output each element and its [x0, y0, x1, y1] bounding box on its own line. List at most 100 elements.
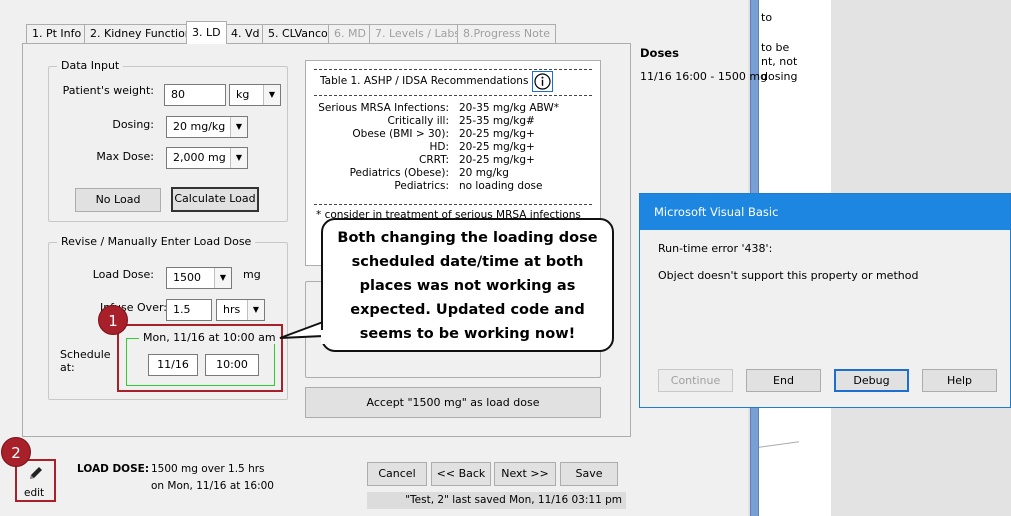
list-item: Serious MRSA Infections: 20-35 mg/kg ABW*	[306, 102, 600, 115]
dialog-message: Object doesn't support this property or …	[658, 269, 919, 282]
weight-label: Patient's weight:	[62, 84, 154, 97]
rec-value: 20-25 mg/kg+	[459, 141, 535, 153]
load-dose-summary-line1: 1500 mg over 1.5 hrs	[151, 463, 265, 475]
callout-pointer-cover	[321, 330, 325, 344]
cancel-button[interactable]: Cancel	[367, 462, 427, 486]
load-dose-label: Load Dose:	[92, 268, 154, 281]
dosing-label: Dosing:	[112, 118, 154, 131]
doses-title: Doses	[640, 46, 679, 60]
chevron-down-icon[interactable]: ▼	[263, 85, 280, 105]
save-button[interactable]: Save	[560, 462, 618, 486]
back-button[interactable]: << Back	[431, 462, 491, 486]
status-bar: "Test, 2" last saved Mon, 11/16 03:11 pm	[367, 492, 626, 509]
weight-input[interactable]: 80	[164, 84, 226, 106]
rec-value: 20-25 mg/kg+	[459, 128, 535, 140]
dosing-value: 20 mg/kg	[173, 120, 226, 133]
rec-key: HD:	[429, 141, 449, 153]
tab-levels-labs[interactable]: 7. Levels / Labs	[369, 24, 467, 43]
tab-label: 7. Levels / Labs	[375, 27, 461, 40]
dialog-error-line: Run-time error '438':	[658, 242, 773, 255]
tab-label: 6. MD	[334, 27, 366, 40]
divider	[314, 69, 592, 70]
tab-vd[interactable]: 4. Vd	[225, 24, 266, 43]
no-load-button[interactable]: No Load	[75, 188, 161, 212]
list-item: Critically ill: 25-35 mg/kg#	[306, 115, 600, 128]
list-item: Pediatrics (Obese): 20 mg/kg	[306, 167, 600, 180]
rec-key: Pediatrics (Obese):	[349, 167, 449, 179]
dialog-title: Microsoft Visual Basic	[640, 194, 1010, 230]
rec-key: Pediatrics:	[394, 180, 449, 192]
doses-entry: 11/16 16:00 - 1500 mg	[640, 70, 768, 83]
dosing-select[interactable]: 20 mg/kg ▼	[166, 116, 248, 138]
accept-load-dose-button[interactable]: Accept "1500 mg" as load dose	[305, 387, 601, 418]
weight-unit-select[interactable]: kg ▼	[229, 84, 281, 106]
rec-key: Serious MRSA Infections:	[318, 102, 449, 114]
tab-kidney-function[interactable]: 2. Kidney Function	[84, 24, 198, 43]
end-button[interactable]: End	[746, 369, 821, 392]
load-dose-summary-label: LOAD DOSE:	[77, 463, 150, 475]
rec-value: 20 mg/kg	[459, 167, 509, 179]
tab-pt-info[interactable]: 1. Pt Info	[26, 24, 88, 43]
max-dose-value: 2,000 mg	[173, 151, 226, 164]
help-button[interactable]: Help	[922, 369, 997, 392]
schedule-group-title: Mon, 11/16 at 10:00 am	[139, 331, 280, 344]
rec-key: Obese (BMI > 30):	[352, 128, 449, 140]
rec-value: 20-35 mg/kg ABW*	[459, 102, 560, 114]
chevron-down-icon[interactable]: ▼	[214, 268, 231, 288]
tab-label: 3. LD	[192, 26, 221, 39]
step-badge-2: 2	[1, 437, 31, 467]
load-dose-unit: mg	[243, 268, 261, 281]
schedule-date-input[interactable]: 11/16	[148, 354, 198, 376]
list-item: CRRT: 20-25 mg/kg+	[306, 154, 600, 167]
weight-unit-value: kg	[236, 88, 250, 101]
tab-progress-note[interactable]: 8.Progress Note	[457, 24, 556, 43]
recommendations-title: Table 1. ASHP / IDSA Recommendations	[320, 75, 529, 87]
max-dose-label: Max Dose:	[96, 150, 154, 163]
list-item: HD: 20-25 mg/kg+	[306, 141, 600, 154]
calculate-load-button[interactable]: Calculate Load	[171, 187, 259, 212]
doc-fragment: to	[761, 11, 773, 24]
vb-error-dialog: Microsoft Visual Basic Run-time error '4…	[639, 193, 1011, 408]
max-dose-select[interactable]: 2,000 mg ▼	[166, 147, 248, 169]
group-title: Data Input	[57, 59, 124, 72]
rec-value: no loading dose	[459, 180, 543, 192]
load-dose-select[interactable]: 1500 ▼	[166, 267, 232, 289]
next-button[interactable]: Next >>	[494, 462, 556, 486]
infuse-unit-value: hrs	[223, 303, 241, 316]
debug-button[interactable]: Debug	[834, 369, 909, 392]
continue-button[interactable]: Continue	[658, 369, 733, 392]
tab-label: 2. Kidney Function	[90, 27, 192, 40]
infuse-over-input[interactable]: 1.5	[166, 299, 212, 321]
rec-key: CRRT:	[419, 154, 449, 166]
load-dose-summary-line2: on Mon, 11/16 at 16:00	[151, 480, 274, 492]
divider	[314, 95, 592, 96]
info-circle-icon[interactable]	[532, 71, 553, 92]
load-dose-value: 1500	[173, 271, 201, 284]
group-title: Revise / Manually Enter Load Dose	[57, 235, 256, 248]
tab-clvanco[interactable]: 5. CLVanco	[262, 24, 334, 43]
pencil-icon	[30, 467, 42, 479]
status-text: "Test, 2" last saved Mon, 11/16 03:11 pm	[405, 494, 622, 506]
chevron-down-icon[interactable]: ▼	[247, 300, 264, 320]
schedule-at-label: Schedule at:	[60, 348, 111, 374]
rec-key: Critically ill:	[387, 115, 449, 127]
tab-label: 8.Progress Note	[463, 27, 550, 40]
edit-label: edit	[24, 487, 45, 499]
chevron-down-icon[interactable]: ▼	[230, 148, 247, 168]
tab-md[interactable]: 6. MD	[328, 24, 372, 43]
annotation-callout: Both changing the loading dose scheduled…	[321, 218, 614, 352]
list-item: Pediatrics: no loading dose	[306, 180, 600, 193]
tab-label: 1. Pt Info	[32, 27, 82, 40]
chevron-down-icon[interactable]: ▼	[230, 117, 247, 137]
tab-ld[interactable]: 3. LD	[186, 21, 227, 44]
rec-value: 20-25 mg/kg+	[459, 154, 535, 166]
infuse-unit-select[interactable]: hrs ▼	[216, 299, 265, 321]
tab-label: 4. Vd	[231, 27, 260, 40]
tab-label: 5. CLVanco	[268, 27, 328, 40]
doc-fragment: to be	[761, 41, 790, 54]
doc-line-mark	[759, 441, 799, 455]
doc-fragment: nt, not	[761, 55, 798, 68]
schedule-time-input[interactable]: 10:00	[205, 354, 259, 376]
rec-value: 25-35 mg/kg#	[459, 115, 535, 127]
list-item: Obese (BMI > 30): 20-25 mg/kg+	[306, 128, 600, 141]
